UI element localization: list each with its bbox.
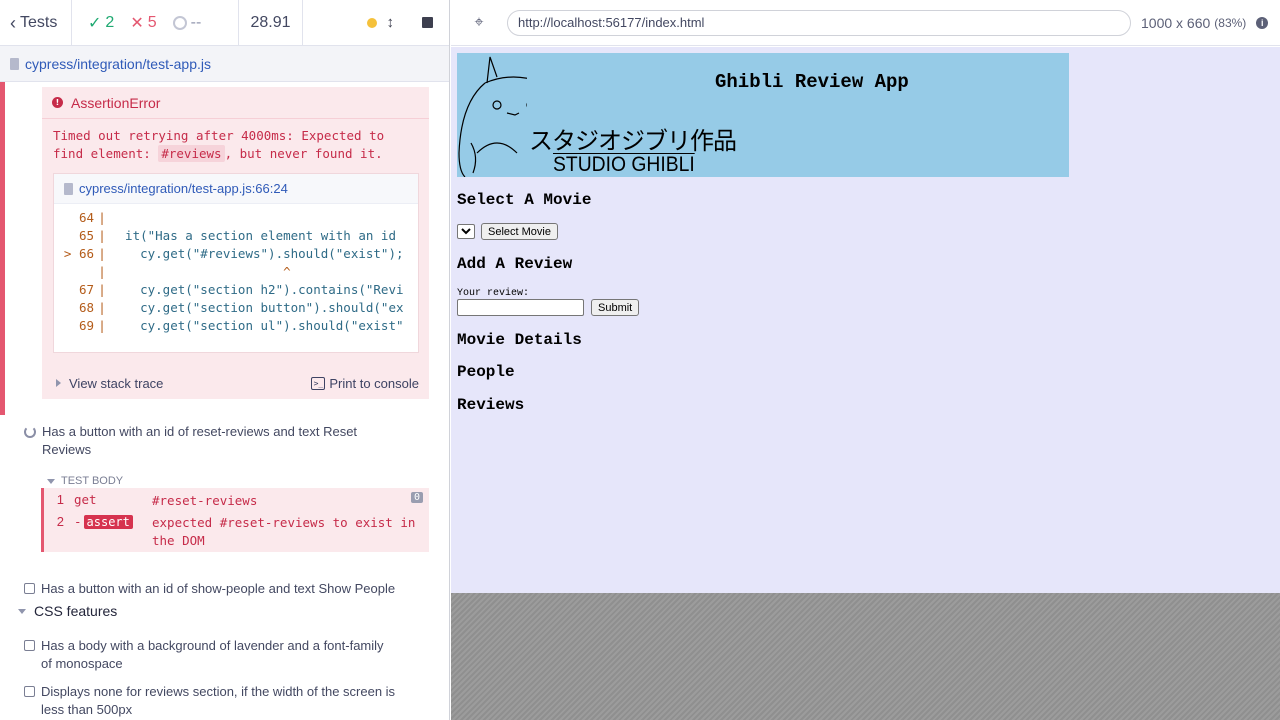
code-frame-file[interactable]: cypress/integration/test-app.js:66:24 [54, 174, 418, 204]
test-body-toggle[interactable]: TEST BODY [47, 475, 123, 487]
error-type: AssertionError [71, 94, 161, 111]
error-panel: ! AssertionError Timed out retrying afte… [42, 87, 429, 399]
test-title: Has a body with a background of lavender… [41, 638, 384, 671]
movie-select[interactable] [457, 224, 475, 239]
code-line: 67 | cy.get("section h2").contains("Revi [78, 282, 404, 297]
studio-ghibli-japanese: スタジオジブリ作品 [529, 127, 737, 155]
test-item-reset-reviews[interactable]: Has a button with an id of reset-reviews… [24, 423, 404, 459]
spec-file-bar[interactable]: cypress/integration/test-app.js [0, 46, 449, 82]
print-to-console-button[interactable]: >_ Print to console [311, 376, 419, 391]
select-movie-row: Select Movie [457, 223, 558, 240]
error-actions: View stack trace >_ Print to console [42, 368, 429, 398]
banner-title: Ghibli Review App [715, 71, 909, 93]
select-movie-heading: Select A Movie [457, 191, 592, 209]
terminal-icon: >_ [311, 376, 326, 390]
test-title: Displays none for reviews section, if th… [41, 684, 396, 717]
select-movie-button[interactable]: Select Movie [481, 223, 558, 240]
pending-checkbox-icon [24, 640, 35, 651]
movie-details-heading: Movie Details [457, 331, 582, 349]
x-icon: ✕ [130, 14, 144, 32]
caret-down-icon [47, 478, 55, 484]
suite-css-features[interactable]: CSS features [18, 603, 117, 619]
file-icon [10, 57, 19, 70]
runnables-list: ! AssertionError Timed out retrying afte… [0, 82, 449, 720]
spinner-icon [24, 426, 36, 438]
cypress-reporter: ‹ Tests ✓ 2 ✕ 5 -- 28.91 ↕ cypress/integ… [0, 0, 450, 720]
code-line: 65 | it("Has a section element with an id [78, 228, 396, 243]
caret-right-icon [56, 379, 61, 387]
submit-button[interactable]: Submit [591, 299, 640, 316]
url-bar[interactable] [507, 9, 1131, 36]
review-label: Your review: [457, 288, 530, 299]
review-form: Submit [457, 299, 640, 316]
test-item-display-none[interactable]: Displays none for reviews section, if th… [24, 683, 404, 719]
aut-empty-area [451, 593, 1280, 720]
pending-checkbox-icon [24, 583, 35, 594]
command-assert[interactable]: 2 - assert expected #reset-reviews to exi… [44, 514, 422, 550]
run-duration: 28.91 [239, 0, 303, 46]
pending-checkbox-icon [24, 686, 35, 697]
run-controls: ↕ [303, 0, 449, 46]
code-line-caret: | ^ [98, 264, 291, 279]
code-line: 69 | cy.get("section ul").should("exist" [78, 318, 404, 333]
selector-playground-button[interactable]: ⌖ [451, 0, 507, 46]
check-icon: ✓ [88, 14, 102, 32]
test-title: Has a button with an id of reset-reviews… [42, 424, 358, 457]
command-get[interactable]: 1 get #reset-reviews [44, 492, 422, 510]
viewport-info[interactable]: 1000 x 660 (83%) i [1141, 15, 1269, 31]
totoro-logo-icon [458, 56, 527, 177]
running-indicator-icon [366, 17, 377, 28]
failed-test-indicator [0, 82, 5, 415]
pending-count: -- [172, 14, 201, 32]
error-message: Timed out retrying after 4000ms: Expecte… [53, 128, 385, 162]
test-counts: ✓ 2 ✕ 5 -- [72, 0, 239, 46]
failed-count: ✕ 5 [130, 13, 157, 32]
chevron-left-icon: ‹ [10, 12, 16, 33]
reporter-header: ‹ Tests ✓ 2 ✕ 5 -- 28.91 ↕ [0, 0, 449, 46]
error-selector: #reviews [158, 145, 225, 162]
add-review-heading: Add A Review [457, 255, 573, 273]
assert-badge: assert [83, 515, 133, 529]
element-count-badge: 0 [410, 492, 423, 503]
code-frame: cypress/integration/test-app.js:66:24 64… [53, 173, 419, 353]
command-log: 1 get #reset-reviews 0 2 - assert expecte… [41, 488, 429, 552]
code-line: 68 | cy.get("section button").should("ex [78, 300, 404, 315]
passed-count: ✓ 2 [88, 13, 115, 32]
aut-header: ⌖ 1000 x 660 (83%) i [451, 0, 1280, 46]
auto-scroll-icon[interactable]: ↕ [387, 14, 395, 31]
code-line-highlighted: > 66 | cy.get("#reviews").should("exist")… [63, 246, 404, 261]
pending-circle-icon [172, 15, 187, 30]
file-icon [64, 182, 73, 195]
test-item-body-lavender[interactable]: Has a body with a background of lavender… [24, 637, 394, 673]
code-lines: 64 | 65 | it("Has a section element with a… [54, 204, 418, 335]
test-item-show-people[interactable]: Has a button with an id of show-people a… [24, 580, 404, 598]
error-header: ! AssertionError [42, 87, 429, 119]
caret-down-icon [18, 608, 26, 614]
app-banner: Ghibli Review App スタジオジブリ作品 STUDIO GHIBL… [457, 53, 1069, 177]
view-stack-trace-toggle[interactable]: View stack trace [56, 376, 163, 391]
info-icon: i [1256, 16, 1269, 29]
test-title: Has a button with an id of show-people a… [41, 581, 396, 596]
app-iframe: Ghibli Review App スタジオジブリ作品 STUDIO GHIBL… [451, 47, 1280, 593]
code-frame-file-link[interactable]: cypress/integration/test-app.js:66:24 [79, 181, 288, 196]
people-heading: People [457, 363, 515, 381]
review-input[interactable] [457, 299, 584, 316]
spec-file-link[interactable]: cypress/integration/test-app.js [25, 56, 211, 72]
error-icon: ! [52, 97, 63, 108]
crosshair-icon: ⌖ [474, 13, 484, 31]
studio-ghibli-english: STUDIO GHIBLI [553, 153, 695, 176]
tests-back-button[interactable]: ‹ Tests [0, 0, 72, 46]
stop-icon[interactable] [422, 17, 433, 28]
reviews-heading: Reviews [457, 396, 525, 414]
tests-label: Tests [20, 13, 58, 31]
code-line: 64 | [78, 210, 106, 225]
